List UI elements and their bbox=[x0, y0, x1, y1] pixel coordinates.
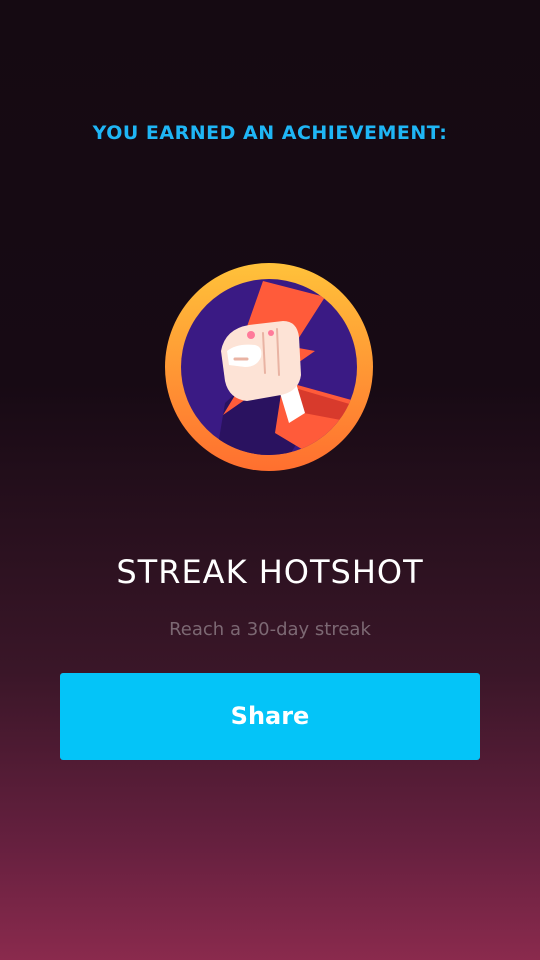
share-button[interactable]: Share bbox=[60, 673, 480, 760]
achievement-heading: YOU EARNED AN ACHIEVEMENT: bbox=[92, 122, 448, 144]
achievement-badge bbox=[165, 263, 373, 471]
achievement-description: Reach a 30-day streak bbox=[169, 619, 371, 640]
achievement-title: STREAK HOTSHOT bbox=[116, 553, 424, 591]
fist-lightning-icon bbox=[165, 263, 373, 471]
